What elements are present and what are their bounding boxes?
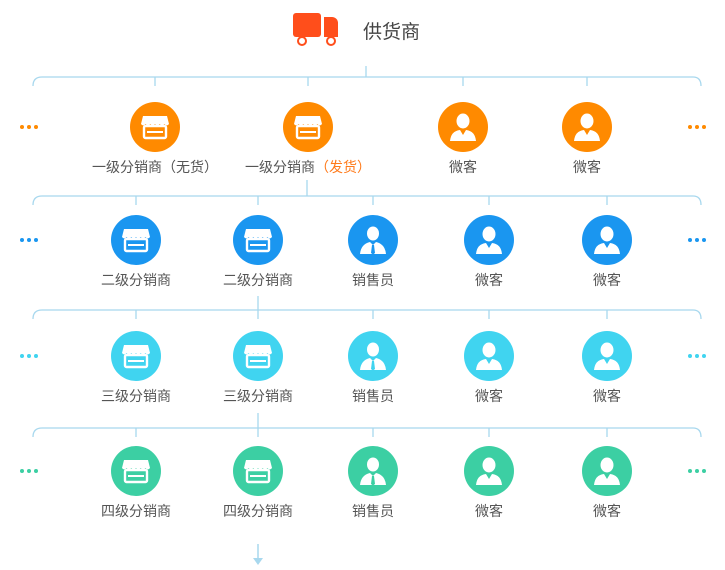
node-label: 销售员: [352, 273, 394, 289]
diagram-node: 二级分销商: [76, 215, 196, 290]
diagram-node: 微客: [547, 215, 667, 290]
user-icon: [582, 331, 632, 381]
user-icon: [582, 446, 632, 496]
diagram-node: 四级分销商: [76, 446, 196, 521]
store-icon: [233, 331, 283, 381]
user-icon: [438, 102, 488, 152]
level-3-bracket: [32, 309, 702, 320]
node-label: 微客: [593, 389, 621, 405]
node-label: 四级分销商: [101, 504, 171, 520]
more-right-icon: [688, 354, 706, 358]
arrow-down-icon: [253, 544, 263, 565]
diagram-node: 销售员: [313, 331, 433, 406]
node-label: 一级分销商（发货）: [245, 160, 371, 176]
level-2-bracket: [32, 195, 702, 206]
diagram-node: 微客: [547, 446, 667, 521]
node-label: 微客: [573, 160, 601, 176]
node-label: 销售员: [352, 504, 394, 520]
more-left-icon: [20, 125, 38, 129]
more-left-icon: [20, 354, 38, 358]
more-left-icon: [20, 238, 38, 242]
diagram-node: 二级分销商: [198, 215, 318, 290]
store-icon: [130, 102, 180, 152]
diagram-node: 一级分销商（无货）: [92, 102, 218, 177]
node-label: 三级分销商: [101, 389, 171, 405]
truck-icon: [293, 13, 338, 46]
node-label: 微客: [593, 504, 621, 520]
node-label: 四级分销商: [223, 504, 293, 520]
salesperson-icon: [348, 331, 398, 381]
diagram-node: 销售员: [313, 446, 433, 521]
diagram-node: 四级分销商: [198, 446, 318, 521]
level-4-bracket: [32, 427, 702, 438]
supplier-node: 供货商: [293, 13, 420, 47]
more-left-icon: [20, 469, 38, 473]
user-icon: [464, 331, 514, 381]
supplier-label: 供货商: [363, 20, 421, 43]
user-icon: [562, 102, 612, 152]
store-icon: [233, 446, 283, 496]
diagram-node: 微客: [547, 331, 667, 406]
diagram-node: 微客: [429, 446, 549, 521]
node-label: 三级分销商: [223, 389, 293, 405]
node-label: 一级分销商（无货）: [92, 160, 218, 176]
node-label: 微客: [475, 273, 503, 289]
node-label-highlight: （发货）: [315, 160, 371, 176]
diagram-node: 三级分销商: [76, 331, 196, 406]
store-icon: [111, 215, 161, 265]
diagram-node: 一级分销商（发货）: [245, 102, 371, 177]
node-label: 二级分销商: [101, 273, 171, 289]
store-icon: [283, 102, 333, 152]
diagram-node: 微客: [403, 102, 523, 177]
node-label: 微客: [449, 160, 477, 176]
more-right-icon: [688, 469, 706, 473]
node-label: 微客: [475, 389, 503, 405]
salesperson-icon: [348, 446, 398, 496]
distribution-diagram: 供货商 一级分销商（无货） 一级分销商（发货） 微客 微客 二级分销商 二级分销商 销售员微…: [0, 0, 725, 570]
store-icon: [111, 446, 161, 496]
user-icon: [464, 215, 514, 265]
diagram-node: 销售员: [313, 215, 433, 290]
user-icon: [464, 446, 514, 496]
diagram-node: 微客: [429, 331, 549, 406]
node-label: 销售员: [352, 389, 394, 405]
store-icon: [111, 331, 161, 381]
node-label: 微客: [593, 273, 621, 289]
node-label: 微客: [475, 504, 503, 520]
store-icon: [233, 215, 283, 265]
diagram-node: 微客: [527, 102, 647, 177]
more-right-icon: [688, 238, 706, 242]
diagram-node: 微客: [429, 215, 549, 290]
level-1-bracket: [32, 76, 702, 87]
user-icon: [582, 215, 632, 265]
node-label: 二级分销商: [223, 273, 293, 289]
salesperson-icon: [348, 215, 398, 265]
diagram-node: 三级分销商: [198, 331, 318, 406]
more-right-icon: [688, 125, 706, 129]
